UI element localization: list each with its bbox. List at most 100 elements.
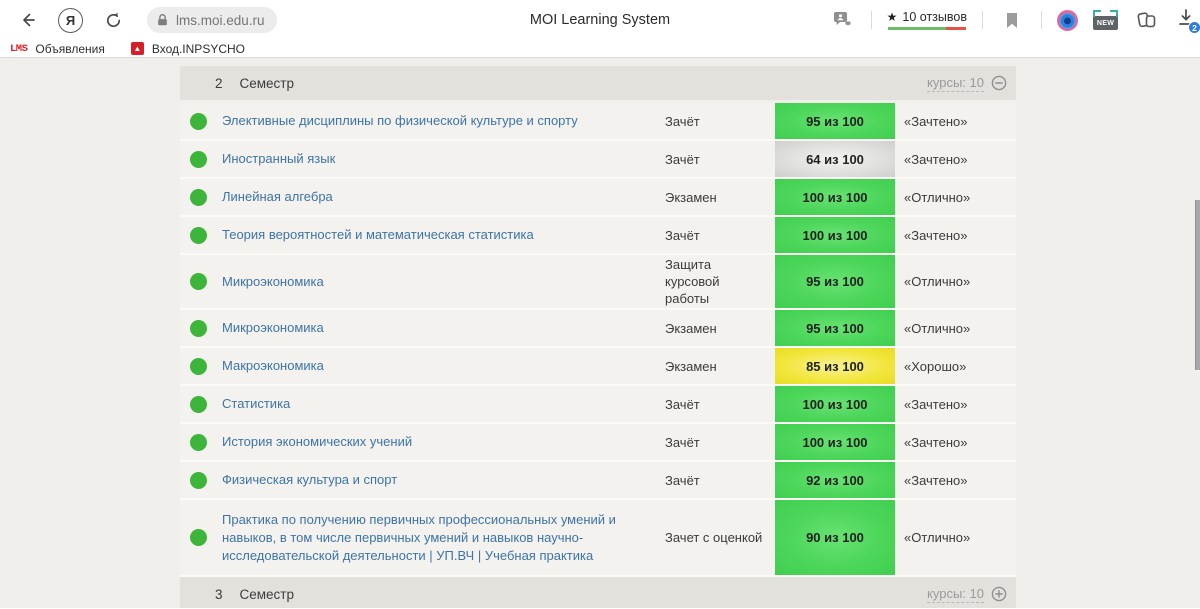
grade-label: «Хорошо» bbox=[895, 348, 1016, 384]
semester-3-header: 3 Семестр курсы: 10 bbox=[180, 577, 1016, 608]
assessment-type: Экзамен bbox=[665, 310, 775, 346]
course-link[interactable]: Теория вероятностей и математическая ста… bbox=[222, 217, 665, 253]
extension-browser-icon[interactable] bbox=[1057, 10, 1078, 31]
course-link[interactable]: Элективные дисциплины по физической куль… bbox=[222, 103, 665, 139]
vertical-scrollbar-thumb[interactable] bbox=[1195, 200, 1200, 370]
table-row: Физическая культура и спорт Зачёт 92 из … bbox=[180, 462, 1016, 500]
table-row: Элективные дисциплины по физической куль… bbox=[180, 103, 1016, 141]
bookmark-button[interactable] bbox=[998, 6, 1026, 34]
score-badge: 95 из 100 bbox=[775, 255, 895, 308]
score-badge: 100 из 100 bbox=[775, 217, 895, 253]
score-badge: 100 из 100 bbox=[775, 386, 895, 422]
assessment-type: Зачет с оценкой bbox=[665, 500, 775, 575]
refresh-button[interactable] bbox=[99, 6, 127, 34]
bookmark-item-announcements[interactable]: LMS Объявления bbox=[10, 42, 105, 56]
feedback-chat-button[interactable] bbox=[828, 6, 856, 34]
url-text: lms.moi.edu.ru bbox=[176, 13, 265, 28]
star-icon: ★ bbox=[887, 10, 898, 24]
grade-label: «Зачтено» bbox=[895, 217, 1016, 253]
course-link[interactable]: Линейная алгебра bbox=[222, 179, 665, 215]
browser-toolbar: Я lms.moi.edu.ru MOI Learning System ★ bbox=[0, 0, 1200, 40]
semester-number: 2 bbox=[215, 76, 223, 91]
semester-title: Семестр bbox=[240, 76, 295, 91]
bookmark-label: Объявления bbox=[35, 42, 104, 56]
assessment-type: Зачёт bbox=[665, 103, 775, 139]
status-dot-icon bbox=[190, 189, 207, 206]
course-link[interactable]: Микроэкономика bbox=[222, 310, 665, 346]
inpsycho-favicon: ▲ bbox=[131, 42, 144, 55]
grade-label: «Отлично» bbox=[895, 500, 1016, 575]
back-button[interactable] bbox=[14, 6, 42, 34]
table-row: Микроэкономика Экзамен 95 из 100 «Отличн… bbox=[180, 310, 1016, 348]
status-dot-icon bbox=[190, 113, 207, 130]
status-dot-icon bbox=[190, 320, 207, 337]
score-badge: 100 из 100 bbox=[775, 179, 895, 215]
semester-2-header: 2 Семестр курсы: 10 bbox=[180, 66, 1016, 100]
lms-favicon: LMS bbox=[10, 43, 27, 55]
semester-title: Семестр bbox=[240, 587, 295, 602]
course-link[interactable]: Макроэкономика bbox=[222, 348, 665, 384]
table-row: Статистика Зачёт 100 из 100 «Зачтено» bbox=[180, 386, 1016, 424]
score-badge: 92 из 100 bbox=[775, 462, 895, 498]
courses-count-link[interactable]: курсы: 10 bbox=[927, 75, 984, 92]
assessment-type: Зачёт bbox=[665, 217, 775, 253]
assessment-type: Зачёт bbox=[665, 462, 775, 498]
new-feature-icon[interactable]: NEW bbox=[1093, 16, 1118, 30]
minus-circle-icon bbox=[991, 75, 1007, 91]
table-row: История экономических учений Зачёт 100 и… bbox=[180, 424, 1016, 462]
yandex-logo-icon[interactable]: Я bbox=[58, 8, 83, 33]
expand-section-button[interactable] bbox=[991, 586, 1007, 602]
collections-button[interactable] bbox=[1133, 6, 1161, 34]
table-row: Микроэкономика Защита курсовой работы 95… bbox=[180, 255, 1016, 310]
table-row: Иностранный язык Зачёт 64 из 100 «Зачтен… bbox=[180, 141, 1016, 179]
assessment-type: Зачёт bbox=[665, 424, 775, 460]
semester-number: 3 bbox=[215, 587, 223, 602]
score-badge: 64 из 100 bbox=[775, 141, 895, 177]
bookmark-flag-icon bbox=[1005, 12, 1019, 29]
status-dot-icon bbox=[190, 472, 207, 489]
course-link[interactable]: Практика по получению первичных професси… bbox=[222, 500, 665, 575]
assessment-type: Экзамен bbox=[665, 179, 775, 215]
bookmark-label: Вход.INPSYCHO bbox=[152, 42, 245, 56]
assessment-type: Зачёт bbox=[665, 141, 775, 177]
grade-label: «Отлично» bbox=[895, 310, 1016, 346]
status-dot-icon bbox=[190, 227, 207, 244]
score-badge: 100 из 100 bbox=[775, 424, 895, 460]
bookmarks-bar: LMS Объявления ▲ Вход.INPSYCHO bbox=[0, 40, 1200, 58]
course-link[interactable]: Статистика bbox=[222, 386, 665, 422]
table-row: Практика по получению первичных професси… bbox=[180, 500, 1016, 577]
bookmark-item-inpsycho[interactable]: ▲ Вход.INPSYCHO bbox=[131, 42, 245, 56]
status-dot-icon bbox=[190, 434, 207, 451]
table-row: Линейная алгебра Экзамен 100 из 100 «Отл… bbox=[180, 179, 1016, 217]
collapse-section-button[interactable] bbox=[991, 75, 1007, 91]
assessment-type: Экзамен bbox=[665, 348, 775, 384]
grades-table: 2 Семестр курсы: 10 Элективные дисциплин… bbox=[180, 66, 1016, 608]
rating-bar bbox=[888, 27, 966, 30]
course-link[interactable]: Микроэкономика bbox=[222, 255, 665, 308]
status-dot-icon bbox=[190, 151, 207, 168]
grade-label: «Зачтено» bbox=[895, 103, 1016, 139]
downloads-button[interactable]: 2 bbox=[1176, 8, 1198, 32]
score-badge: 85 из 100 bbox=[775, 348, 895, 384]
grade-label: «Отлично» bbox=[895, 179, 1016, 215]
course-link[interactable]: История экономических учений bbox=[222, 424, 665, 460]
grade-label: «Зачтено» bbox=[895, 424, 1016, 460]
grade-label: «Зачтено» bbox=[895, 141, 1016, 177]
table-row: Теория вероятностей и математическая ста… bbox=[180, 217, 1016, 255]
collections-icon bbox=[1136, 10, 1158, 30]
chat-person-icon bbox=[832, 11, 852, 30]
assessment-type: Зачёт bbox=[665, 386, 775, 422]
course-link[interactable]: Физическая культура и спорт bbox=[222, 462, 665, 498]
refresh-icon bbox=[104, 11, 123, 30]
grade-label: «Отлично» bbox=[895, 255, 1016, 308]
downloads-count-badge: 2 bbox=[1188, 21, 1200, 34]
course-link[interactable]: Иностранный язык bbox=[222, 141, 665, 177]
address-bar[interactable]: lms.moi.edu.ru bbox=[147, 7, 277, 33]
back-arrow-icon bbox=[18, 10, 38, 30]
toolbar-divider bbox=[982, 11, 983, 29]
status-dot-icon bbox=[190, 529, 207, 546]
score-badge: 95 из 100 bbox=[775, 103, 895, 139]
reviews-widget[interactable]: ★ 10 отзывов bbox=[887, 10, 967, 30]
courses-count-link[interactable]: курсы: 10 bbox=[927, 586, 984, 603]
table-row: Макроэкономика Экзамен 85 из 100 «Хорошо… bbox=[180, 348, 1016, 386]
